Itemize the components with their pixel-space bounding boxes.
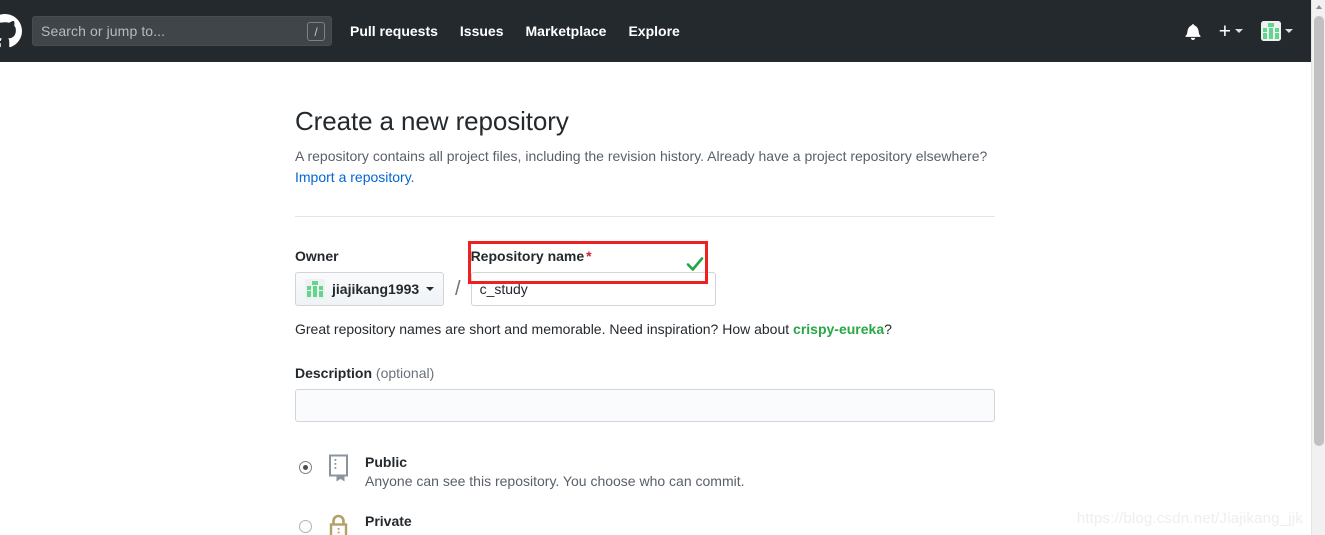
watermark: https://blog.csdn.net/Jiajikang_jjk — [1076, 510, 1303, 527]
owner-avatar-icon — [305, 279, 325, 299]
import-repository-link[interactable]: Import a repository. — [295, 169, 415, 185]
visibility-public-description: Anyone can see this repository. You choo… — [365, 473, 745, 489]
chevron-down-icon — [1285, 29, 1293, 33]
repo-book-icon — [326, 454, 352, 484]
visibility-public-name: Public — [365, 454, 408, 470]
visibility-options: Public Anyone can see this repository. Y… — [295, 454, 995, 535]
lock-icon — [326, 513, 352, 535]
radio-public[interactable] — [299, 461, 312, 474]
nav-link-pull-requests[interactable]: Pull requests — [350, 23, 438, 39]
search-input[interactable]: Search or jump to... / — [32, 16, 332, 46]
chevron-down-icon — [426, 287, 435, 291]
section-divider — [295, 216, 995, 217]
page-title: Create a new repository — [295, 106, 569, 136]
search-placeholder: Search or jump to... — [41, 23, 166, 39]
visibility-private-text: Private You choose who can see and commi… — [365, 513, 706, 535]
user-avatar-icon — [1261, 21, 1281, 41]
primary-nav: Pull requests Issues Marketplace Explore — [350, 23, 680, 39]
scrollbar-thumb[interactable] — [1314, 16, 1324, 446]
user-menu[interactable] — [1261, 21, 1293, 41]
repository-name-label-text: Repository name — [470, 248, 585, 264]
page-root: Search or jump to... / Pull requests Iss… — [0, 0, 1325, 535]
repository-name-suggestion[interactable]: crispy-eureka — [793, 321, 884, 337]
description-label-text: Description — [295, 365, 373, 381]
radio-private[interactable] — [299, 520, 312, 533]
owner-select-button[interactable]: jiajikang1993 — [295, 272, 444, 306]
visibility-option-public[interactable]: Public Anyone can see this repository. Y… — [295, 454, 995, 489]
scroll-up-arrow-icon[interactable] — [1316, 5, 1322, 9]
visibility-private-name: Private — [365, 513, 412, 529]
page-scrollbar[interactable] — [1311, 0, 1325, 535]
owner-field: Owner jiajikang1993 — [295, 248, 445, 306]
github-logo-icon[interactable] — [0, 14, 22, 48]
owner-name-separator: / — [455, 278, 461, 300]
description-label: Description (optional) — [295, 365, 995, 381]
repository-name-hint: Great repository names are short and mem… — [295, 321, 995, 337]
header-actions: + — [1185, 0, 1293, 62]
plus-icon: + — [1218, 19, 1231, 43]
nav-link-issues[interactable]: Issues — [460, 23, 504, 39]
repository-name-label: Repository name * — [471, 248, 716, 264]
bell-icon[interactable] — [1185, 23, 1201, 40]
owner-name: jiajikang1993 — [332, 281, 420, 297]
description-optional-text: (optional) — [375, 365, 435, 381]
hint-prefix: Great repository names are short and mem… — [295, 321, 794, 337]
nav-link-marketplace[interactable]: Marketplace — [526, 23, 607, 39]
page-subtitle: A repository contains all project files,… — [295, 146, 995, 188]
site-header: Search or jump to... / Pull requests Iss… — [0, 0, 1311, 62]
repository-name-input[interactable] — [470, 272, 716, 306]
visibility-option-private[interactable]: Private You choose who can see and commi… — [295, 513, 995, 535]
required-marker: * — [586, 248, 592, 264]
create-new-menu[interactable]: + — [1219, 21, 1243, 42]
hint-suffix: ? — [884, 321, 892, 337]
subtitle-text: A repository contains all project files,… — [295, 148, 988, 164]
main-content: Create a new repository A repository con… — [295, 62, 995, 535]
repository-name-field: Repository name * — [467, 241, 716, 306]
owner-and-name-row: Owner jiajikang1993 / Repository name * … — [295, 241, 995, 306]
visibility-public-text: Public Anyone can see this repository. Y… — [365, 454, 745, 489]
search-shortcut-badge: / — [307, 22, 325, 41]
chevron-down-icon — [1235, 29, 1243, 33]
nav-link-explore[interactable]: Explore — [628, 23, 679, 39]
owner-label: Owner — [295, 248, 339, 264]
description-input[interactable] — [295, 389, 995, 422]
